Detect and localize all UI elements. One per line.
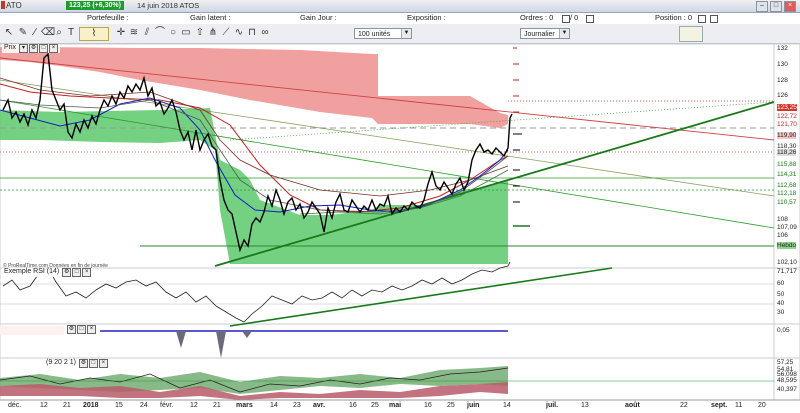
panel-maximize-icon[interactable]: □ xyxy=(88,359,98,368)
price-axis-tick: 115,88 xyxy=(777,161,797,168)
date-axis-tick: mars xyxy=(236,402,253,409)
date-axis-tick: avr. xyxy=(313,402,326,409)
osc-panel-label-bg xyxy=(0,326,64,335)
date-axis-tick: juin xyxy=(467,402,480,409)
osc-panel-label: ⚙ □ × xyxy=(64,325,98,334)
date-axis-tick: 12 xyxy=(190,402,198,409)
date-axis-tick: 14 xyxy=(270,402,278,409)
price-axis-tick: Hebdo xyxy=(777,242,797,249)
panel-config-icon[interactable]: ⚙ xyxy=(29,44,39,53)
date-axis-tick: 21 xyxy=(213,402,221,409)
date-axis-tick: 16 xyxy=(424,402,432,409)
macd-panel-title: (9 20 2 1) xyxy=(46,359,76,366)
panel-maximize-icon[interactable]: □ xyxy=(77,325,86,334)
osc-axis-tick: 0,05 xyxy=(777,327,790,334)
date-axis-tick: févr. xyxy=(160,402,174,409)
ichimoku-cloud-green xyxy=(0,108,508,264)
panel-close-icon[interactable]: × xyxy=(87,325,96,334)
date-axis-tick: 21 xyxy=(63,402,71,409)
date-axis-tick: août xyxy=(625,402,640,409)
date-axis-tick: 14 xyxy=(503,402,511,409)
date-axis-tick: mai xyxy=(389,402,402,409)
date-axis-tick: déc. xyxy=(8,402,22,409)
macd-axis-tick: 40,397 xyxy=(777,386,797,393)
date-axis-tick: 12 xyxy=(40,402,48,409)
date-axis-tick: 22 xyxy=(680,402,688,409)
macd-panel-label: (9 20 2 1) ⚙ □ × xyxy=(44,359,110,368)
macd-axis-tick: 57,25 xyxy=(777,359,794,366)
rsi-trend-line xyxy=(229,267,613,327)
price-panel-title: Prix xyxy=(4,44,17,51)
price-axis-tick: 102,10 xyxy=(777,259,797,266)
panel-close-icon[interactable]: × xyxy=(82,268,92,277)
panel-config-icon[interactable]: ⚙ xyxy=(62,268,72,277)
price-axis-tick: 119,90 xyxy=(777,132,797,139)
macd-axis-tick: 48,595 xyxy=(777,377,797,384)
date-axis-tick: 2018 xyxy=(83,402,99,409)
price-axis-tick: 132 xyxy=(777,45,788,52)
rsi-axis-tick: 40 xyxy=(777,300,785,307)
rsi-panel-title: Exemple RSI (14) xyxy=(4,268,60,275)
date-axis-tick: 11 xyxy=(735,402,743,409)
price-axis-tick: 110,57 xyxy=(777,199,797,206)
price-axis-tick: 123,25 xyxy=(777,104,797,111)
date-axis-tick: 23 xyxy=(293,402,301,409)
panel-config-icon[interactable]: ⚙ xyxy=(78,359,88,368)
date-axis-tick: 13 xyxy=(581,402,589,409)
date-axis-tick: 15 xyxy=(115,402,123,409)
date-axis-tick: 16 xyxy=(349,402,357,409)
price-axis-tick: 114,31 xyxy=(777,171,797,178)
rsi-panel-label: Exemple RSI (14) ⚙ □ × xyxy=(2,268,94,277)
panel-menu-icon[interactable]: ▾ xyxy=(19,44,29,53)
chart-canvas xyxy=(0,43,800,401)
rsi-axis-tick: 71,717 xyxy=(777,268,797,275)
price-axis-tick: 130 xyxy=(777,61,788,68)
price-axis-tick: 107,09 xyxy=(777,224,797,231)
osc-spikes xyxy=(176,331,252,358)
date-axis-tick: 24 xyxy=(140,402,148,409)
panel-close-icon[interactable]: × xyxy=(49,44,59,53)
rsi-panel-frame xyxy=(0,267,800,325)
price-axis-tick: 118,26 xyxy=(777,149,797,156)
price-axis-tick: 108 xyxy=(777,216,788,223)
panel-config-icon[interactable]: ⚙ xyxy=(67,325,76,334)
panel-maximize-icon[interactable]: □ xyxy=(72,268,82,277)
date-axis-tick: 25 xyxy=(371,402,379,409)
price-axis-tick: 122,72 xyxy=(777,113,797,120)
price-axis-tick: 112,18 xyxy=(777,190,797,197)
price-axis-tick: 128 xyxy=(777,77,788,84)
price-panel-label: Prix ▾ ⚙ □ × xyxy=(2,44,61,53)
panel-maximize-icon[interactable]: □ xyxy=(39,44,49,53)
osc-panel-frame xyxy=(0,323,800,359)
rsi-axis-tick: 30 xyxy=(777,309,785,316)
price-axis-tick: 121,70 xyxy=(777,121,797,128)
panel-close-icon[interactable]: × xyxy=(98,359,108,368)
price-axis-tick: 126 xyxy=(777,92,788,99)
date-axis-tick: 20 xyxy=(758,402,766,409)
rsi-axis-tick: 60 xyxy=(777,280,785,287)
rsi-axis-tick: 50 xyxy=(777,291,785,298)
price-axis-tick: 106 xyxy=(777,232,788,239)
date-axis-tick: juil. xyxy=(546,402,559,409)
date-axis-tick: sept. xyxy=(711,402,728,409)
price-axis-tick: 112,68 xyxy=(777,182,797,189)
date-axis-tick: 25 xyxy=(447,402,455,409)
